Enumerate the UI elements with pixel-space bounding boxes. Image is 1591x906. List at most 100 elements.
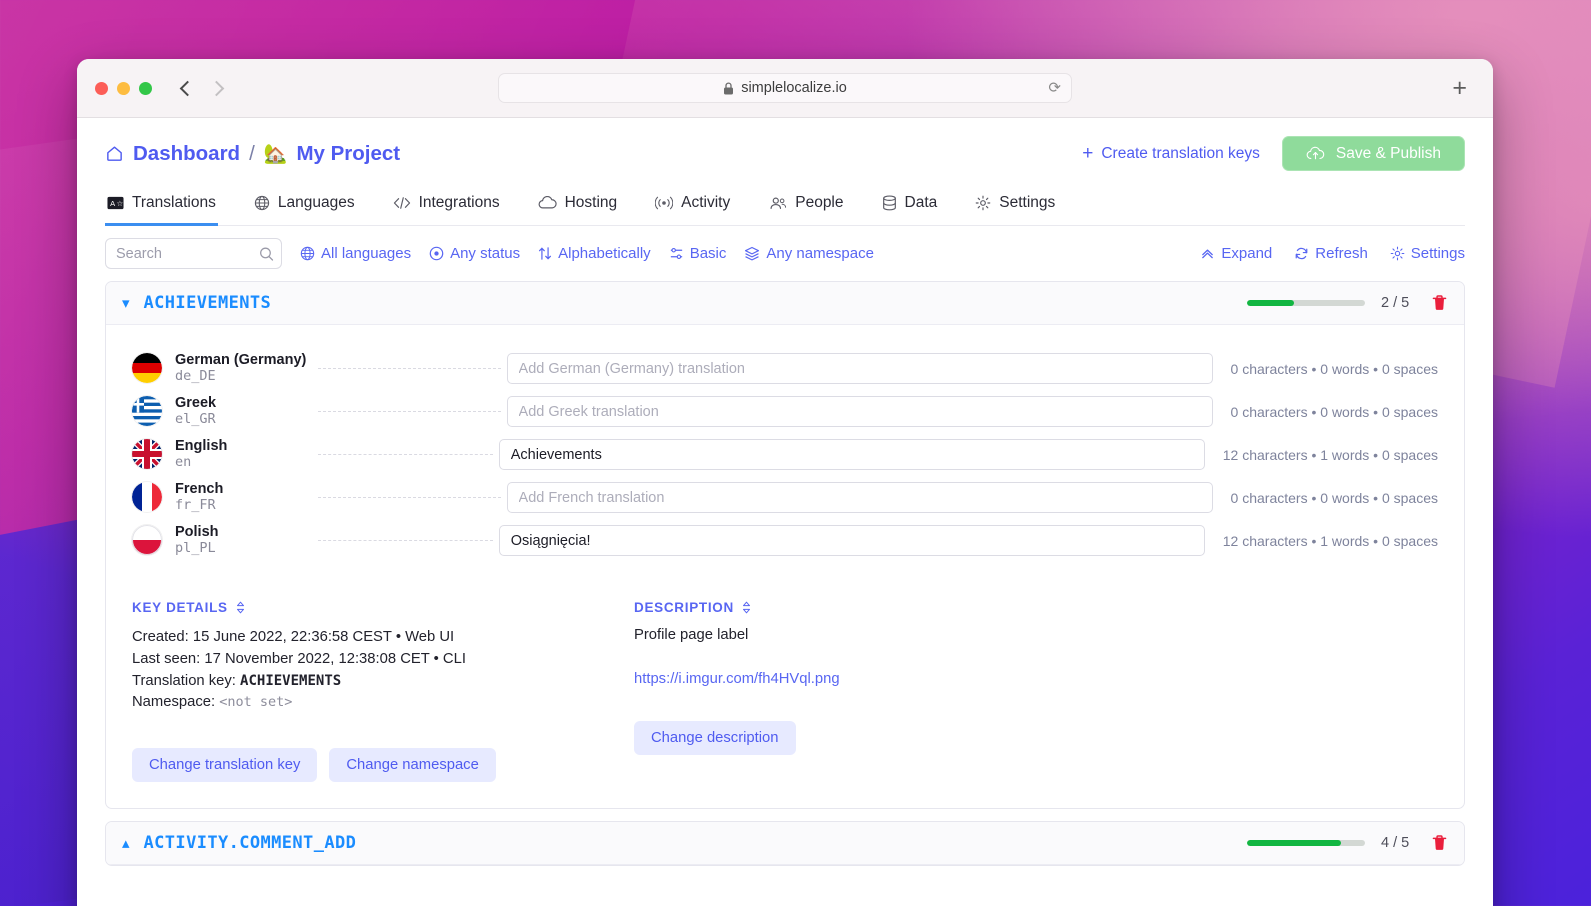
back-chevron-icon[interactable]: [179, 80, 196, 96]
globe-icon: [254, 195, 270, 211]
people-icon: [768, 196, 787, 210]
last-seen-label: Last seen:: [132, 650, 201, 667]
tab-settings[interactable]: Settings: [973, 190, 1057, 226]
row-connector: [318, 454, 493, 455]
filter-group-right: Expand Refresh Settings: [1200, 245, 1465, 262]
tab-languages[interactable]: Languages: [252, 190, 357, 226]
cloud-icon: [538, 196, 557, 210]
reload-icon[interactable]: ⟳: [1048, 81, 1061, 96]
change-description-button[interactable]: Change description: [634, 721, 796, 755]
plus-icon: +: [1082, 143, 1094, 164]
row-connector: [318, 368, 501, 369]
tab-people-label: People: [795, 194, 844, 211]
filter-any-status-label: Any status: [450, 245, 521, 262]
app-header: Dashboard / 🏡 My Project + Create transl…: [77, 118, 1493, 226]
translation-input-de[interactable]: [506, 353, 1213, 384]
breadcrumb: Dashboard / 🏡 My Project: [105, 142, 400, 166]
tab-hosting[interactable]: Hosting: [536, 190, 620, 226]
translation-input-en[interactable]: [498, 439, 1205, 470]
search-icon[interactable]: [259, 246, 274, 261]
expand-all-button[interactable]: Expand: [1200, 245, 1272, 262]
forward-chevron-icon[interactable]: [208, 80, 225, 96]
translation-input-pl[interactable]: [498, 525, 1205, 556]
translation-progress-bar: [1247, 300, 1365, 306]
translation-progress-bar: [1247, 840, 1365, 846]
globe-icon: [300, 246, 315, 261]
row-connector: [318, 497, 501, 498]
tab-settings-label: Settings: [999, 194, 1056, 211]
tab-people[interactable]: People: [766, 190, 845, 226]
save-and-publish-label: Save & Publish: [1335, 144, 1441, 162]
description-heading[interactable]: DESCRIPTION: [634, 600, 1438, 615]
key-details-buttons: Change translation key Change namespace: [132, 748, 634, 782]
new-tab-button[interactable]: +: [1452, 75, 1467, 101]
namespace-value: <not set>: [219, 694, 293, 711]
translation-key-header[interactable]: ▴ ACTIVITY.COMMENT_ADD 4 / 5: [106, 822, 1464, 865]
translation-key-name: ACTIVITY.COMMENT_ADD: [143, 833, 357, 853]
change-translation-key-button[interactable]: Change translation key: [132, 748, 318, 782]
table-settings-button[interactable]: Settings: [1390, 245, 1465, 262]
cloud-upload-icon: [1306, 146, 1325, 161]
filter-any-namespace-label: Any namespace: [766, 245, 874, 262]
tab-integrations-label: Integrations: [418, 194, 500, 211]
tab-hosting-label: Hosting: [564, 194, 618, 211]
language-code: fr_FR: [175, 497, 216, 514]
change-namespace-button[interactable]: Change namespace: [329, 748, 496, 782]
maximize-window-button[interactable]: [139, 81, 152, 95]
key-namespace-line: Namespace: <not set>: [132, 692, 634, 714]
breadcrumb-separator: /: [249, 141, 255, 165]
close-window-button[interactable]: [95, 81, 108, 95]
translation-key-value: ACHIEVEMENTS: [240, 672, 342, 689]
description-link[interactable]: https://i.imgur.com/fh4HVql.png: [634, 671, 1438, 687]
language-name: English: [175, 437, 228, 454]
flag-fr-icon: [132, 482, 162, 513]
language-label-cell: Greek el_GR: [132, 395, 312, 429]
breadcrumb-project-name[interactable]: My Project: [296, 142, 400, 166]
translation-input-fr[interactable]: [506, 482, 1213, 513]
tab-activity[interactable]: Activity: [653, 190, 732, 226]
translation-key-header[interactable]: ▾ ACHIEVEMENTS 2 / 5: [106, 282, 1464, 325]
language-row: Greek el_GR 0 characters • 0 words • 0 s…: [132, 390, 1438, 433]
description-column: DESCRIPTION Profile page label https://i…: [634, 600, 1438, 782]
key-details-column: KEY DETAILS Created: 15 June 2022, 22:36…: [132, 600, 634, 782]
expand-all-label: Expand: [1221, 245, 1273, 262]
lock-icon: [723, 81, 734, 95]
translation-key-card: ▴ ACTIVITY.COMMENT_ADD 4 / 5: [105, 821, 1465, 866]
refresh-button[interactable]: Refresh: [1294, 245, 1368, 262]
address-bar[interactable]: simplelocalize.io ⟳: [498, 73, 1072, 103]
character-count: 12 characters • 1 words • 0 spaces: [1222, 532, 1438, 549]
filter-view-basic[interactable]: Basic: [669, 245, 726, 262]
key-details-heading[interactable]: KEY DETAILS: [132, 600, 634, 615]
tab-translations[interactable]: A ☆ Translations: [105, 190, 218, 226]
language-label-cell: English en: [132, 438, 312, 472]
filter-sort-label: Alphabetically: [558, 245, 651, 262]
home-icon[interactable]: [105, 144, 124, 163]
language-label-cell: German (Germany) de_DE: [132, 352, 312, 386]
language-code: en: [175, 454, 192, 471]
chevron-up-icon[interactable]: ▴: [122, 836, 130, 851]
chevron-down-icon[interactable]: ▾: [122, 296, 130, 311]
broadcast-icon: [655, 195, 674, 211]
trash-icon[interactable]: [1431, 834, 1448, 852]
browser-titlebar: simplelocalize.io ⟳ +: [77, 59, 1493, 118]
create-translation-keys-button[interactable]: + Create translation keys: [1082, 144, 1260, 163]
filter-any-namespace[interactable]: Any namespace: [744, 245, 874, 262]
trash-icon[interactable]: [1431, 294, 1448, 312]
code-icon: [393, 196, 411, 210]
search-input[interactable]: [105, 238, 282, 269]
flag-de-icon: [132, 353, 162, 384]
tab-activity-label: Activity: [681, 194, 731, 211]
filter-sort-alphabetically[interactable]: Alphabetically: [538, 245, 651, 262]
minimize-window-button[interactable]: [117, 81, 130, 95]
translation-key-body: German (Germany) de_DE 0 characters • 0 …: [106, 325, 1464, 808]
filter-any-status[interactable]: Any status: [429, 245, 520, 262]
breadcrumb-dashboard-link[interactable]: Dashboard: [133, 142, 240, 166]
translation-input-el[interactable]: [506, 396, 1213, 427]
character-count: 0 characters • 0 words • 0 spaces: [1230, 403, 1438, 420]
filter-all-languages[interactable]: All languages: [300, 245, 411, 262]
gear-icon: [1390, 246, 1405, 261]
tab-integrations[interactable]: Integrations: [391, 190, 502, 226]
save-and-publish-button[interactable]: Save & Publish: [1281, 136, 1465, 171]
key-translation-key-line: Translation key: ACHIEVEMENTS: [132, 671, 634, 693]
tab-data[interactable]: Data: [880, 190, 940, 226]
